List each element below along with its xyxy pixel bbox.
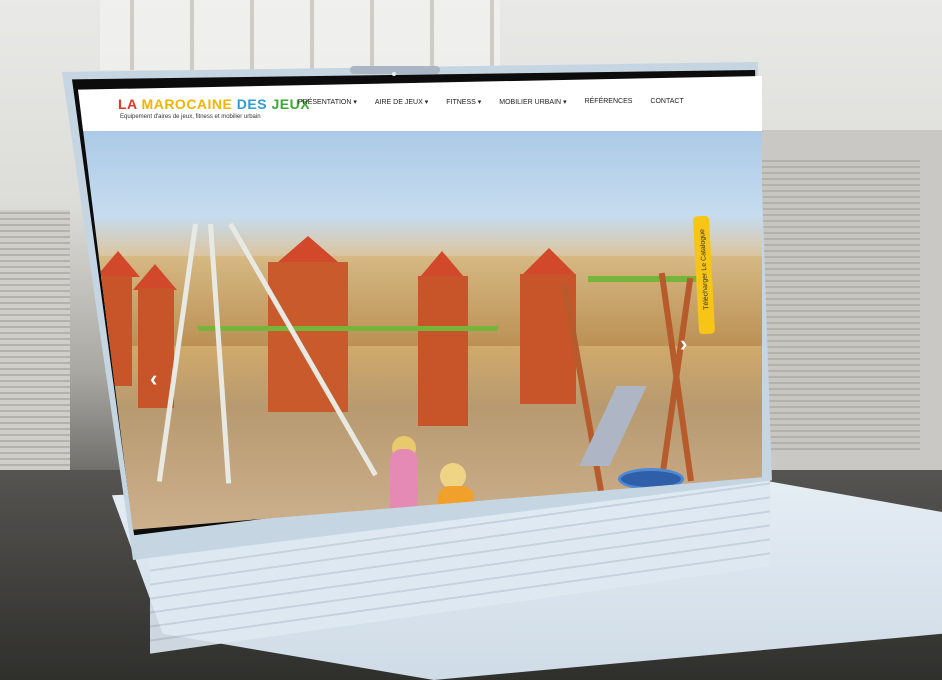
nav-label: FITNESS	[446, 99, 476, 106]
nav-item-contact[interactable]: CONTACT	[650, 98, 683, 106]
tower-roof	[133, 264, 177, 290]
logo-word: DES	[236, 96, 268, 112]
site-logo[interactable]: LA MAROCAINE DES JEUX	[118, 96, 310, 112]
nav-label: RÉFÉRENCES	[584, 98, 633, 105]
play-tower	[268, 262, 348, 412]
nav-item-mobilier-urbain[interactable]: MOBILIER URBAIN ▾	[499, 98, 566, 106]
logo-word: MAROCAINE	[141, 96, 233, 112]
nav-item-aire-de-jeux[interactable]: AIRE DE JEUX ▾	[375, 98, 428, 106]
green-rail	[198, 326, 498, 331]
tower-roof	[278, 236, 338, 262]
nav-label: CONTACT	[650, 98, 684, 105]
catalog-label: Télécharger Le Catalogue	[699, 228, 711, 311]
main-nav: PRÉSENTATION ▾ AIRE DE JEUX ▾ FITNESS ▾ …	[298, 98, 684, 106]
play-tower	[418, 276, 468, 426]
tower-roof	[523, 248, 575, 274]
logo-word: LA	[118, 96, 138, 112]
website: ‹ › Télécharger Le Catalogue LA MAROCAIN…	[78, 76, 762, 530]
chevron-down-icon: ▾	[353, 99, 357, 106]
nav-item-fitness[interactable]: FITNESS ▾	[446, 98, 481, 106]
webcam-icon	[392, 72, 396, 76]
nav-label: MOBILIER URBAIN	[499, 99, 562, 106]
chevron-down-icon: ▾	[477, 99, 482, 106]
site-tagline: Equipement d'aires de jeux, fitness et m…	[120, 114, 261, 120]
nav-label: PRÉSENTATION	[298, 99, 352, 106]
chevron-down-icon: ▾	[424, 99, 429, 106]
hero-slider: ‹ › Télécharger Le Catalogue	[78, 116, 762, 530]
nav-item-presentation[interactable]: PRÉSENTATION ▾	[298, 98, 357, 106]
nav-item-references[interactable]: RÉFÉRENCES	[585, 98, 633, 106]
nav-label: AIRE DE JEUX	[374, 99, 423, 106]
background-building	[100, 0, 500, 70]
next-slide-arrow[interactable]: ›	[680, 331, 687, 357]
tower-roof	[420, 251, 464, 277]
prev-slide-arrow[interactable]: ‹	[150, 366, 157, 392]
left-railing	[0, 210, 70, 490]
chevron-down-icon: ▾	[563, 99, 567, 106]
